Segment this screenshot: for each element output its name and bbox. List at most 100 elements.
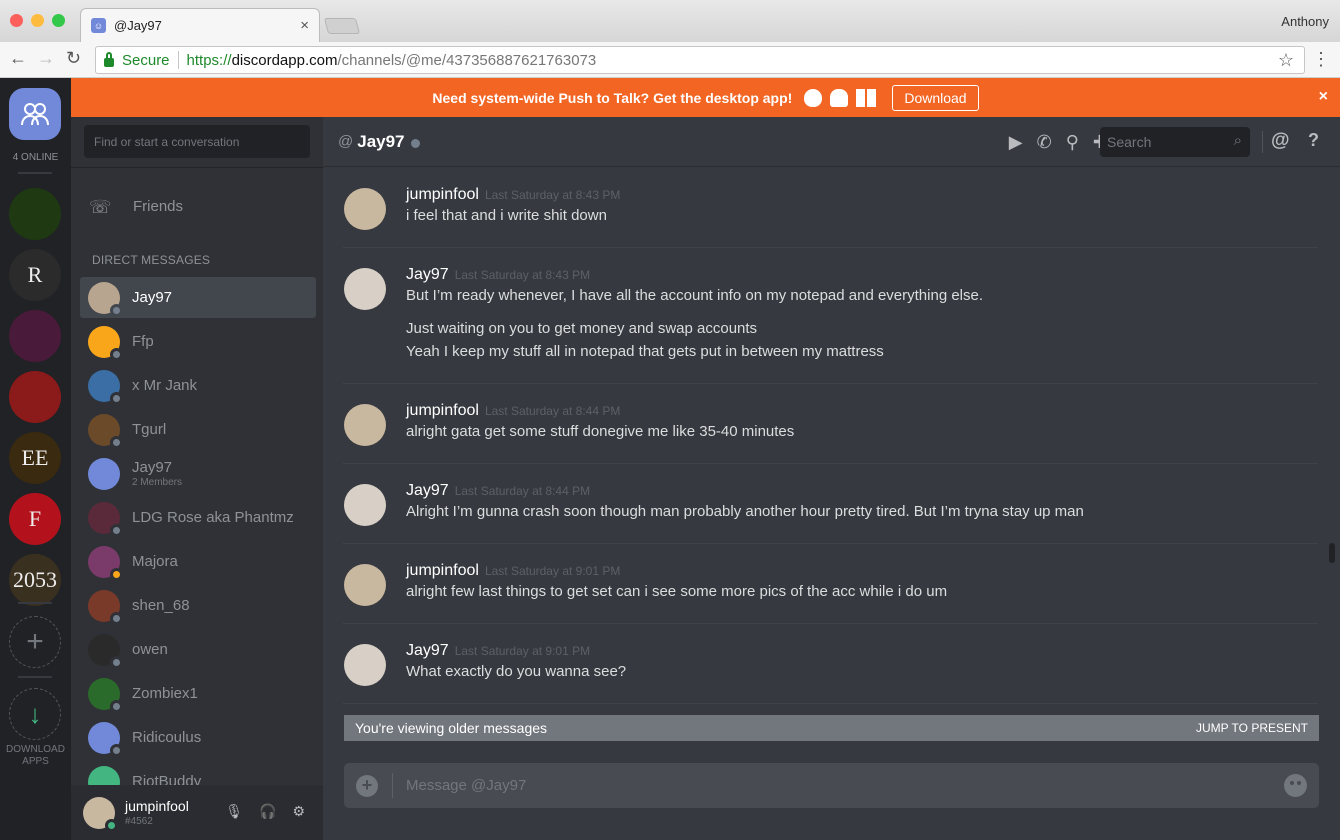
message-author[interactable]: Jay97: [406, 482, 449, 499]
pinned-messages-icon[interactable]: ⚲: [1066, 132, 1079, 153]
emoji-picker-icon[interactable]: [1284, 774, 1307, 797]
jump-to-present-button[interactable]: JUMP TO PRESENT: [1196, 721, 1308, 735]
browser-menu-icon[interactable]: ⋮: [1312, 50, 1330, 68]
message-text: What exactly do you wanna see?: [406, 663, 627, 680]
message-scrollbar[interactable]: [1328, 168, 1336, 713]
message-author[interactable]: jumpinfool: [406, 186, 479, 203]
dm-avatar: [88, 325, 123, 361]
banner-close-icon[interactable]: ×: [1319, 88, 1328, 106]
chat-area: @ Jay97 ▶ ✆ ⚲ ✚ Search ⌕ @ ? jumpinfool L…: [323, 117, 1340, 840]
message-header: jumpinfool Last Saturday at 8:43 PM: [406, 186, 1318, 204]
dm-item[interactable]: Tgurl: [80, 409, 316, 450]
status-indicator: [110, 611, 123, 625]
friends-nav-item[interactable]: ☏ Friends: [89, 197, 183, 217]
message-avatar[interactable]: [344, 188, 386, 230]
message-author[interactable]: Jay97: [406, 266, 449, 283]
server-icon[interactable]: [9, 188, 61, 240]
server-icon[interactable]: [9, 310, 61, 362]
find-conversation-input[interactable]: Find or start a conversation: [84, 125, 310, 158]
mute-microphone-icon[interactable]: 🎙: [225, 803, 243, 820]
dm-item[interactable]: Ridicoulus: [80, 717, 316, 758]
download-icon: ↓: [28, 698, 42, 729]
message-avatar[interactable]: [344, 564, 386, 606]
dm-item[interactable]: LDG Rose aka Phantmz: [80, 497, 316, 538]
home-friends-button[interactable]: [9, 88, 61, 140]
message-avatar[interactable]: [344, 644, 386, 686]
message-author[interactable]: jumpinfool: [406, 402, 479, 419]
status-indicator: [110, 523, 123, 537]
user-tag: #4562: [125, 816, 153, 827]
message-timestamp: Last Saturday at 8:43 PM: [454, 268, 591, 282]
dm-name: LDG Rose aka Phantmz: [132, 509, 294, 526]
dm-item[interactable]: Ffp: [80, 321, 316, 362]
tab-title: @Jay97: [114, 18, 162, 33]
user-avatar[interactable]: [83, 796, 118, 832]
android-icon[interactable]: [830, 88, 849, 107]
tab-close-icon[interactable]: ×: [300, 17, 309, 34]
voice-call-icon[interactable]: ✆: [1037, 132, 1052, 153]
forward-arrow-icon[interactable]: →: [37, 48, 55, 69]
mentions-icon[interactable]: @: [1271, 130, 1290, 152]
message-avatar[interactable]: [344, 268, 386, 310]
server-icon[interactable]: 2053: [9, 554, 61, 606]
status-indicator: [110, 567, 123, 581]
message-author[interactable]: Jay97: [406, 642, 449, 659]
header-separator: [1262, 131, 1263, 153]
minimize-window-button[interactable]: [31, 14, 44, 27]
banner-download-button[interactable]: Download: [892, 84, 979, 111]
dm-item[interactable]: Majora: [80, 541, 316, 582]
dm-item[interactable]: Jay97 2 Members: [80, 453, 316, 494]
upload-plus-button[interactable]: +: [356, 774, 378, 797]
close-window-button[interactable]: [10, 14, 23, 27]
message-group: jumpinfool Last Saturday at 8:43 PM i feel…: [343, 168, 1318, 248]
browser-profile-name[interactable]: Anthony: [1281, 14, 1329, 29]
maximize-window-button[interactable]: [52, 14, 65, 27]
bookmark-star-icon[interactable]: ☆: [1278, 50, 1294, 71]
message-avatar[interactable]: [344, 484, 386, 526]
dm-item-label: RiotBuddy: [132, 773, 201, 785]
dm-avatar: [88, 545, 123, 581]
dm-item[interactable]: shen_68: [80, 585, 316, 626]
add-server-button[interactable]: +: [9, 616, 61, 668]
status-indicator: [110, 303, 123, 317]
apple-icon[interactable]: [804, 88, 823, 107]
dm-name: x Mr Jank: [132, 377, 198, 394]
dm-avatar: [88, 501, 123, 537]
window-controls: [10, 14, 65, 27]
message-author[interactable]: jumpinfool: [406, 562, 479, 579]
dm-item-label: Ridicoulus: [132, 729, 201, 746]
dm-item[interactable]: owen: [80, 629, 316, 670]
video-call-icon[interactable]: ▶: [1009, 132, 1023, 153]
browser-tab[interactable]: ☺ @Jay97 ×: [80, 8, 320, 42]
search-placeholder: Search: [1107, 134, 1152, 150]
user-settings-gear-icon[interactable]: ⚙: [292, 803, 305, 820]
message-timestamp: Last Saturday at 9:01 PM: [484, 564, 621, 578]
dm-item[interactable]: Zombiex1: [80, 673, 316, 714]
back-arrow-icon[interactable]: ←: [9, 48, 27, 69]
user-panel: jumpinfool #4562 🎙 🎧 ⚙: [71, 785, 323, 840]
message-avatar[interactable]: [344, 404, 386, 446]
dm-item[interactable]: Jay97: [80, 277, 316, 318]
status-indicator: [110, 391, 123, 405]
windows-icon[interactable]: [856, 88, 877, 107]
address-bar[interactable]: Secure https://discordapp.com/channels/@…: [95, 46, 1305, 74]
help-icon[interactable]: ?: [1308, 130, 1319, 151]
dm-avatar: [88, 589, 123, 625]
dm-item[interactable]: x Mr Jank: [80, 365, 316, 406]
server-icon[interactable]: R: [9, 249, 61, 301]
server-icon[interactable]: F: [9, 493, 61, 545]
dm-item[interactable]: RiotBuddy: [80, 761, 316, 785]
server-icon[interactable]: EE: [9, 432, 61, 484]
message-header: Jay97 Last Saturday at 9:01 PM: [406, 642, 1318, 660]
message-search-input[interactable]: Search ⌕: [1100, 127, 1250, 157]
new-tab-button[interactable]: [323, 18, 361, 34]
reload-icon[interactable]: ↻: [66, 48, 81, 69]
deafen-headphones-icon[interactable]: 🎧: [259, 803, 276, 820]
message-text: alright few last things to get set can i…: [406, 583, 948, 600]
server-icon[interactable]: [9, 371, 61, 423]
scrollbar-thumb[interactable]: [1329, 543, 1335, 563]
download-apps-button[interactable]: ↓: [9, 688, 61, 740]
message-header: Jay97 Last Saturday at 8:43 PM: [406, 266, 1318, 284]
dm-avatar: [88, 633, 123, 669]
message-input[interactable]: Message @Jay97: [406, 777, 526, 794]
